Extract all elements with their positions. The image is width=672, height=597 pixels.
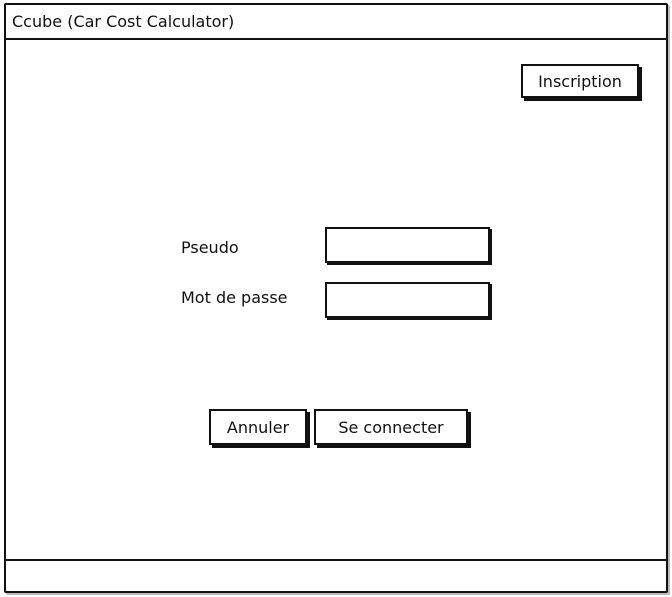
app-window: Ccube (Car Cost Calculator) Inscription … bbox=[4, 3, 668, 593]
username-field[interactable] bbox=[325, 227, 490, 263]
title-bar: Ccube (Car Cost Calculator) bbox=[6, 5, 666, 40]
cancel-button[interactable]: Annuler bbox=[209, 409, 307, 445]
register-button[interactable]: Inscription bbox=[521, 64, 639, 98]
connect-button[interactable]: Se connecter bbox=[314, 409, 468, 445]
password-label: Mot de passe bbox=[181, 288, 288, 307]
password-field[interactable] bbox=[325, 282, 490, 318]
username-label: Pseudo bbox=[181, 238, 239, 257]
window-title: Ccube (Car Cost Calculator) bbox=[12, 12, 235, 31]
status-bar bbox=[6, 559, 666, 591]
